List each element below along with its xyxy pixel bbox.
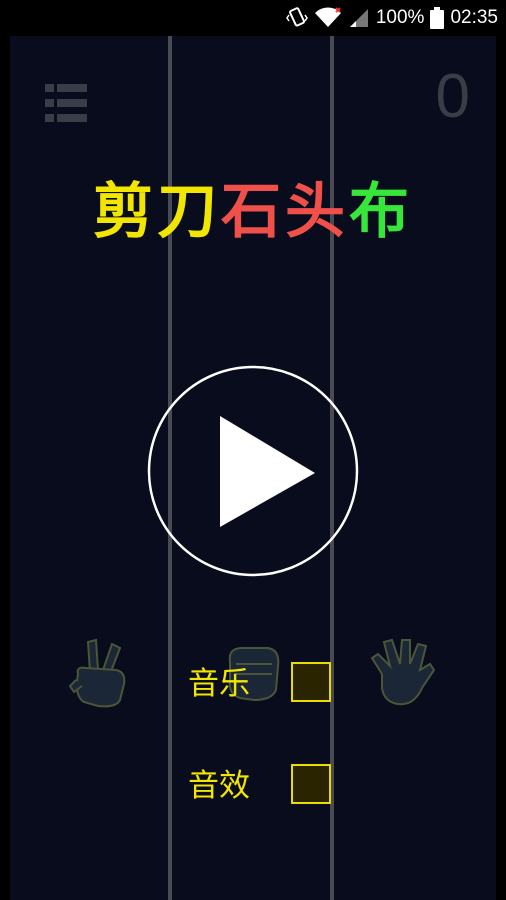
scissors-hand-icon — [68, 638, 126, 708]
title-scissors: 剪刀 — [93, 177, 221, 247]
game-screen: 0 剪刀石头布 音乐 音效 — [10, 36, 496, 900]
battery-percentage: 100% — [375, 7, 425, 28]
wifi-icon — [314, 7, 342, 29]
title-rock: 石头 — [221, 177, 349, 247]
music-checkbox[interactable] — [291, 662, 331, 702]
battery-icon — [430, 7, 445, 29]
status-icons: 100% 02:35 — [285, 0, 498, 36]
menu-list-button[interactable] — [45, 84, 87, 128]
status-bar: 100% 02:35 — [0, 0, 506, 36]
score-counter: 0 — [435, 62, 470, 131]
game-title: 剪刀石头布 — [10, 182, 496, 242]
music-option-label: 音乐 — [188, 666, 250, 702]
sound-effects-option-label: 音效 — [188, 768, 250, 804]
sound-effects-checkbox[interactable] — [291, 764, 331, 804]
clock-time: 02:35 — [450, 7, 498, 28]
vibrate-icon — [285, 7, 308, 29]
title-paper: 布 — [349, 177, 413, 247]
list-icon — [45, 84, 87, 122]
play-button[interactable] — [147, 365, 359, 577]
play-icon — [147, 365, 359, 577]
signal-icon — [348, 7, 370, 29]
paper-hand-icon — [370, 638, 436, 706]
